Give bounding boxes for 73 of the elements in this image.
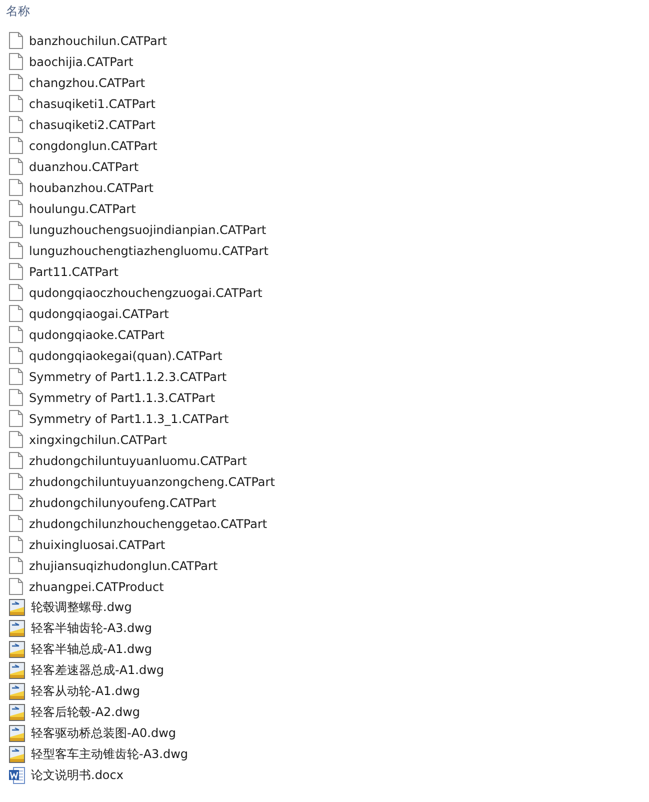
blank-file-icon [9, 557, 23, 574]
file-name[interactable]: 轻客驱动桥总装图-A0.dwg [31, 725, 176, 742]
blank-file-icon [9, 200, 23, 217]
blank-file-icon [9, 536, 23, 553]
blank-file-icon [9, 515, 23, 532]
blank-file-icon [9, 284, 23, 301]
file-name[interactable]: Symmetry of Part1.1.3_1.CATPart [29, 412, 229, 426]
blank-file-icon [9, 368, 23, 385]
file-name[interactable]: chasuqiketi2.CATPart [29, 118, 156, 132]
file-name[interactable]: lunguzhouchengsuojindianpian.CATPart [29, 222, 266, 236]
blank-file-icon [9, 347, 23, 364]
file-name[interactable]: 轮毂调整螺母.dwg [31, 599, 132, 616]
file-name[interactable]: zhuixingluosai.CATPart [29, 538, 166, 552]
file-name[interactable]: 轻客半轴总成-A1.dwg [31, 641, 152, 658]
file-name[interactable]: zhudongchiluntuyuanluomu.CATPart [29, 454, 247, 468]
file-name[interactable]: duanzhou.CATPart [29, 160, 139, 174]
blank-file-icon [9, 179, 23, 196]
file-name[interactable]: 轻型客车主动锥齿轮-A3.dwg [31, 746, 188, 763]
blank-file-icon [9, 221, 23, 238]
file-name[interactable]: houbanzhou.CATPart [29, 180, 154, 194]
file-name[interactable]: congdonglun.CATPart [29, 138, 158, 152]
blank-file-icon [9, 53, 23, 70]
drawing-file-icon [9, 725, 25, 742]
file-name[interactable]: Symmetry of Part1.1.3.CATPart [29, 390, 216, 404]
blank-file-icon [9, 242, 23, 259]
file-name[interactable]: chasuqiketi1.CATPart [29, 96, 156, 110]
blank-file-icon [9, 578, 23, 595]
drawing-file-icon [9, 683, 25, 700]
file-name[interactable]: 论文说明书.docx [31, 767, 124, 784]
blank-file-icon [9, 389, 23, 406]
blank-file-icon [9, 473, 23, 490]
blank-file-icon [9, 158, 23, 175]
drawing-file-icon [9, 599, 25, 616]
file-name[interactable]: qudongqiaokegai(quan).CATPart [29, 348, 222, 362]
blank-file-icon [9, 452, 23, 469]
file-name[interactable]: zhudongchiluntuyuanzongcheng.CATPart [29, 474, 275, 488]
blank-file-icon [9, 305, 23, 322]
file-name[interactable]: baochijia.CATPart [29, 54, 134, 68]
file-name[interactable]: qudongqiaoke.CATPart [29, 328, 164, 342]
file-name[interactable]: qudongqiaogai.CATPart [29, 306, 169, 320]
file-name[interactable]: Symmetry of Part1.1.2.3.CATPart [29, 370, 227, 384]
file-name[interactable]: zhudongchilunzhouchenggetao.CATPart [29, 516, 268, 530]
file-name[interactable]: Part11.CATPart [29, 264, 118, 278]
blank-file-icon [9, 494, 23, 511]
file-name[interactable]: 轻客半轴齿轮-A3.dwg [31, 620, 152, 637]
file-name[interactable]: 轻客后轮毂-A2.dwg [31, 704, 140, 721]
file-name[interactable]: zhujiansuqizhudonglun.CATPart [29, 558, 218, 572]
file-name[interactable]: qudongqiaoczhouchengzuogai.CATPart [29, 286, 262, 300]
drawing-file-icon [9, 641, 25, 658]
blank-file-icon [9, 32, 23, 49]
blank-file-icon [9, 263, 23, 280]
blank-file-icon [9, 137, 23, 154]
file-name[interactable]: zhudongchilunyoufeng.CATPart [29, 496, 216, 510]
column-header[interactable]: 名称 [6, 3, 649, 21]
word-document-icon [9, 767, 25, 784]
blank-file-icon [9, 116, 23, 133]
file-name[interactable]: zhuangpei.CATProduct [29, 580, 164, 594]
drawing-file-icon [9, 620, 25, 637]
blank-file-icon [9, 326, 23, 343]
drawing-file-icon [9, 662, 25, 679]
drawing-file-icon [9, 746, 25, 763]
file-name[interactable]: xingxingchilun.CATPart [29, 432, 167, 446]
drawing-file-icon [9, 704, 25, 721]
file-name[interactable]: banzhouchilun.CATPart [29, 34, 167, 48]
blank-file-icon [9, 431, 23, 448]
blank-file-icon [9, 74, 23, 91]
file-name[interactable]: lunguzhouchengtiazhengluomu.CATPart [29, 244, 268, 258]
file-name[interactable]: changzhou.CATPart [29, 76, 146, 90]
file-name[interactable]: 轻客从动轮-A1.dwg [31, 683, 140, 700]
blank-file-icon [9, 95, 23, 112]
blank-file-icon [9, 410, 23, 427]
file-name[interactable]: houlungu.CATPart [29, 202, 136, 216]
file-name[interactable]: 轻客差速器总成-A1.dwg [31, 662, 164, 679]
